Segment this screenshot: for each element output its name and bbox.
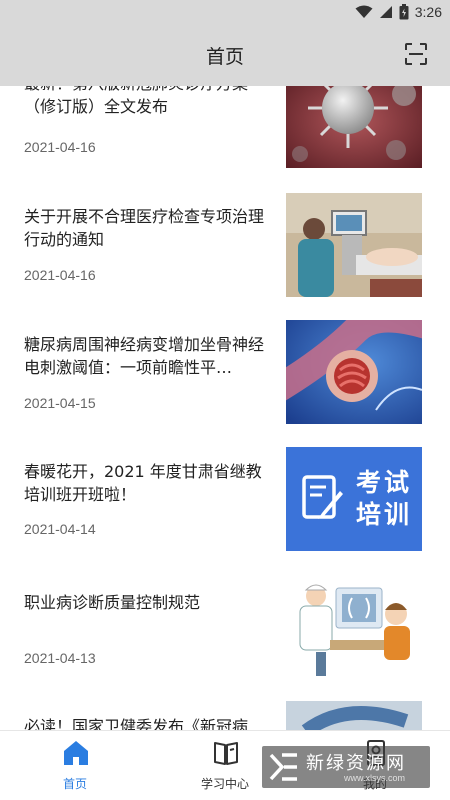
news-date: 2021-04-13 (24, 650, 96, 666)
news-date: 2021-04-14 (24, 521, 96, 537)
news-item[interactable]: 必读！国家卫健委发布《新冠病 (0, 701, 450, 730)
tab-label: 首页 (62, 777, 87, 791)
watermark-logo-icon (269, 753, 297, 781)
ultrasound-exam-image (286, 193, 422, 297)
news-title: 关于开展不合理医疗检查专项治理行动的通知 (24, 207, 265, 249)
battery-icon (399, 4, 409, 20)
partial-image (286, 701, 422, 730)
status-bar: 3:26 (0, 0, 450, 24)
home-icon (64, 741, 88, 765)
news-item[interactable]: 最新！第八版新冠肺炎诊疗方案（修订版）全文发布 2021-04-16 (0, 86, 450, 198)
tab-home[interactable]: 首页 (0, 731, 150, 800)
watermark-url: www.xlsys.com (344, 773, 406, 783)
wifi-icon (355, 5, 373, 18)
news-date: 2021-04-16 (24, 267, 96, 283)
news-feed[interactable]: 最新！第八版新冠肺炎诊疗方案（修订版）全文发布 2021-04-16 (0, 86, 450, 730)
status-time: 3:26 (414, 4, 442, 20)
banner-text-line: 考试 (356, 468, 413, 497)
news-date: 2021-04-15 (24, 395, 96, 411)
news-item[interactable]: 糖尿病周围神经病变增加坐骨神经电刺激阈值：一项前瞻性平… 2021-04-15 (0, 320, 450, 446)
doctor-xray-illustration (286, 574, 422, 678)
news-title: 糖尿病周围神经病变增加坐骨神经电刺激阈值：一项前瞻性平… (24, 335, 265, 377)
book-icon (214, 742, 238, 765)
news-title: 最新！第八版新冠肺炎诊疗方案（修订版）全文发布 (24, 86, 248, 116)
banner-text-line: 培训 (356, 500, 413, 529)
scan-icon[interactable] (404, 42, 428, 66)
news-item[interactable]: 春暖花开，2021 年度甘肃省继教培训班开班啦！ 2021-04-14 考试 培… (0, 447, 450, 573)
watermark-text: 新绿资源网 (306, 753, 406, 774)
news-date: 2021-04-16 (24, 139, 96, 155)
exam-training-banner: 考试 培训 (286, 447, 422, 551)
virus-image (286, 86, 422, 168)
nerve-illustration (286, 320, 422, 424)
pen-paper-icon (302, 475, 343, 519)
news-title: 必读！国家卫健委发布《新冠病 (24, 717, 249, 730)
page-title: 首页 (205, 46, 244, 68)
news-title: 春暖花开，2021 年度甘肃省继教培训班开班啦！ (24, 462, 262, 504)
watermark: 新绿资源网 www.xlsys.com (262, 746, 430, 788)
title-bar: 首页 (0, 24, 450, 86)
signal-icon (379, 6, 392, 18)
status-icons: 3:26 (355, 3, 442, 21)
news-item[interactable]: 关于开展不合理医疗检查专项治理行动的通知 2021-04-16 (0, 193, 450, 319)
news-title: 职业病诊断质量控制规范 (24, 593, 201, 612)
news-item[interactable]: 职业病诊断质量控制规范 2021-04-13 (0, 574, 450, 700)
